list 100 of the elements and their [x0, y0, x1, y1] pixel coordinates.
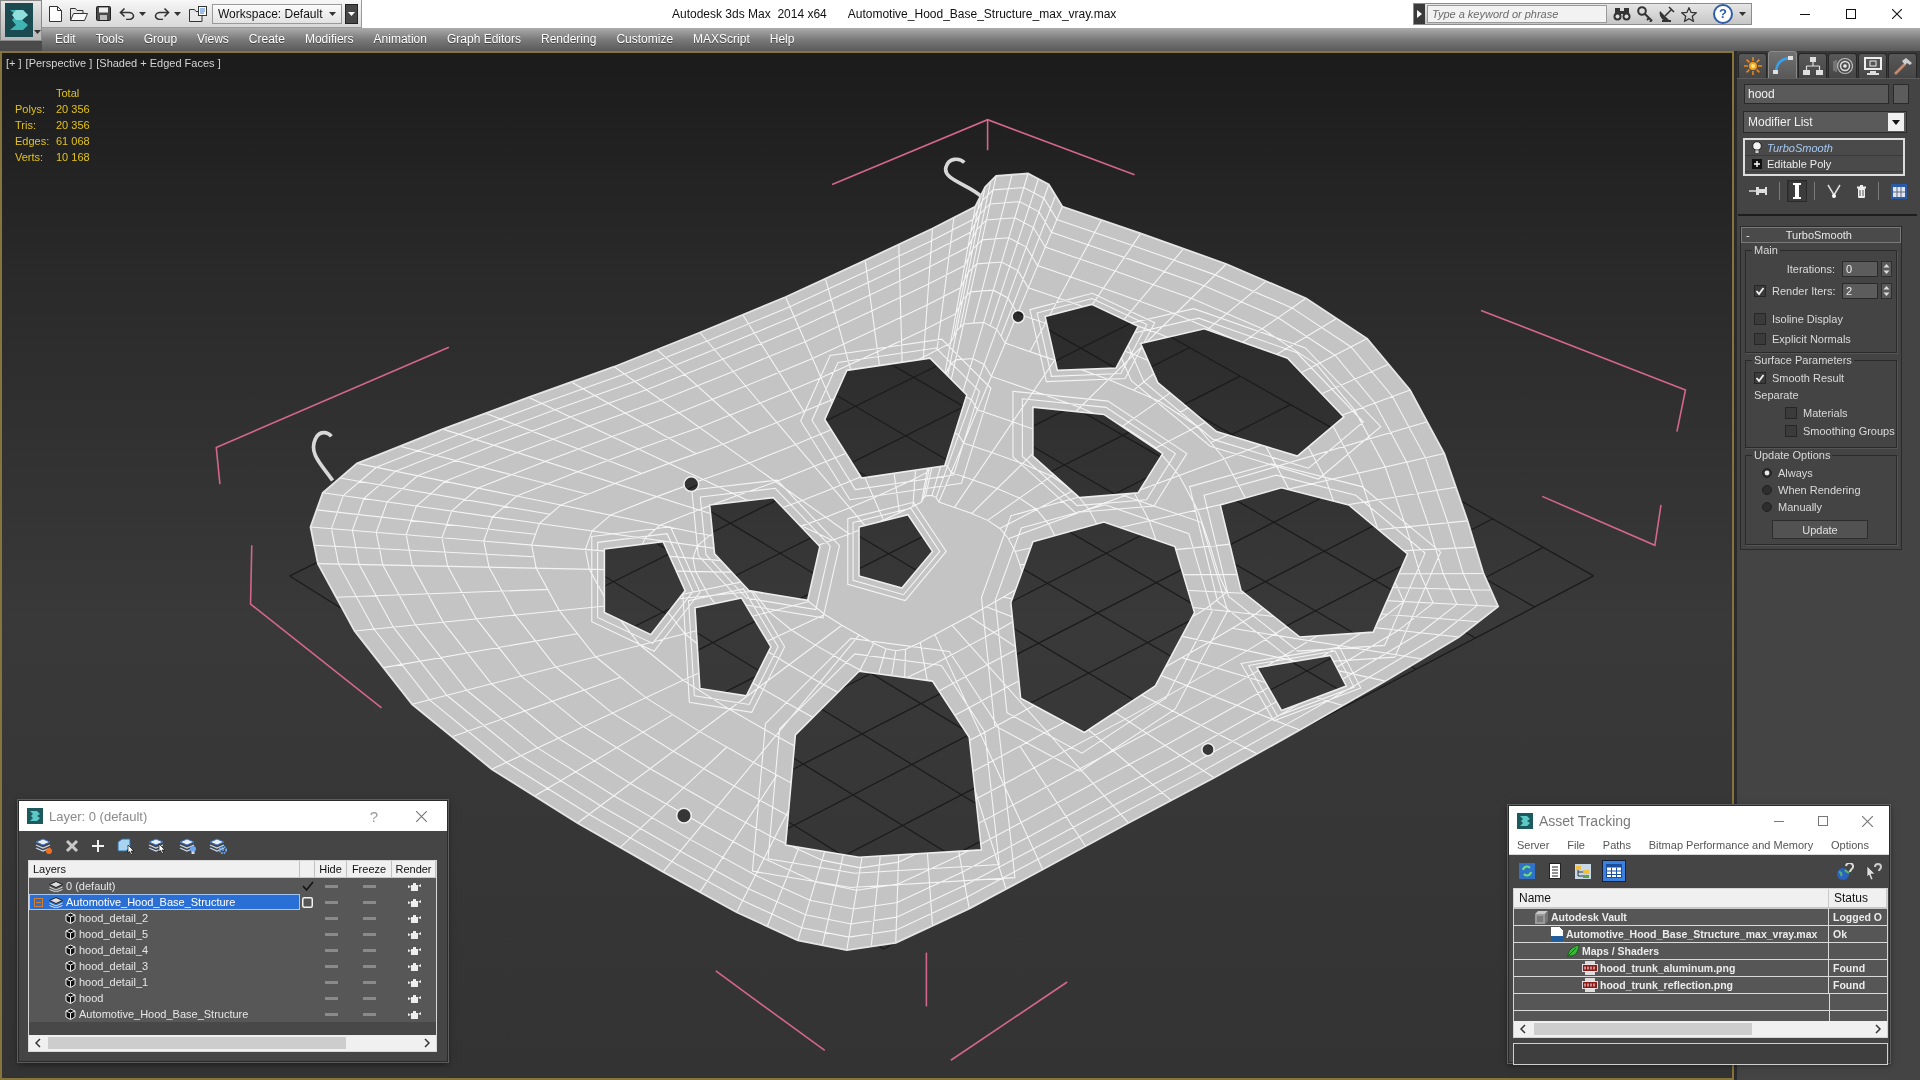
- teapot-icon[interactable]: [407, 929, 421, 939]
- help-button[interactable]: ?: [1713, 4, 1733, 24]
- horizontal-scrollbar[interactable]: [29, 1035, 436, 1051]
- modifier-stack-item[interactable]: TurboSmooth: [1745, 140, 1903, 156]
- viewport-menu-label[interactable]: [Shaded + Edged Faces ]: [96, 56, 221, 70]
- binoculars-icon[interactable]: [1613, 7, 1631, 21]
- redo-icon[interactable]: [154, 7, 170, 20]
- horizontal-scrollbar[interactable]: [1514, 1021, 1887, 1037]
- radio-button[interactable]: [1762, 468, 1772, 478]
- scrollbar-thumb[interactable]: [1534, 1023, 1752, 1035]
- menu-item[interactable]: File: [1567, 839, 1585, 851]
- menu-item[interactable]: Tools: [85, 28, 134, 51]
- teapot-icon[interactable]: [407, 897, 421, 907]
- layers-star-icon[interactable]: [35, 838, 52, 854]
- undo-icon[interactable]: [119, 7, 135, 20]
- checkbox-label[interactable]: Materials: [1803, 407, 1848, 419]
- rollout-header[interactable]: - TurboSmooth: [1741, 227, 1901, 243]
- menu-item[interactable]: Help: [759, 28, 805, 51]
- checkbox[interactable]: [1754, 313, 1766, 325]
- menu-item[interactable]: Create: [238, 28, 295, 51]
- column-header[interactable]: Status: [1829, 889, 1887, 907]
- check-icon[interactable]: [301, 881, 314, 891]
- caret-icon[interactable]: [1739, 12, 1746, 16]
- chevron-left-icon[interactable]: [1520, 1024, 1526, 1034]
- teapot-icon[interactable]: [407, 881, 421, 891]
- menu-item[interactable]: Group: [133, 28, 188, 51]
- layers-bulb-icon[interactable]: [179, 838, 196, 854]
- spinner-field[interactable]: 0: [1842, 261, 1878, 277]
- menu-item[interactable]: Options: [1831, 839, 1869, 851]
- teapot-icon[interactable]: [407, 1009, 421, 1019]
- teapot-icon[interactable]: [407, 945, 421, 955]
- workspace-dropdown[interactable]: Workspace: Default: [212, 3, 342, 24]
- command-panel-tab[interactable]: [1828, 53, 1857, 78]
- command-panel-tab[interactable]: [1798, 53, 1827, 78]
- cube-cursor-icon[interactable]: [117, 837, 135, 855]
- menu-item[interactable]: Views: [187, 28, 239, 51]
- viewport-menu-label[interactable]: [+ ]: [6, 56, 22, 70]
- view-mode-button[interactable]: [1546, 860, 1564, 882]
- teapot-icon[interactable]: [407, 977, 421, 987]
- chevron-left-icon[interactable]: [35, 1038, 41, 1048]
- layer-list-item[interactable]: Automotive_Hood_Base_Structure: [29, 894, 300, 910]
- layers-cursor-icon[interactable]: [148, 838, 166, 854]
- viewport-menu-label[interactable]: [Perspective ]: [25, 56, 93, 70]
- star-icon[interactable]: [1681, 6, 1697, 22]
- project-folder-icon[interactable]: [189, 5, 207, 22]
- checkbox-label[interactable]: Smooth Result: [1772, 372, 1845, 384]
- new-file-icon[interactable]: [49, 5, 62, 22]
- column-header[interactable]: Freeze: [347, 861, 392, 877]
- menu-item[interactable]: Paths: [1602, 839, 1631, 851]
- checkbox[interactable]: [1754, 285, 1766, 297]
- menu-item[interactable]: Modifiers: [294, 28, 364, 51]
- menu-item[interactable]: Customize: [606, 28, 684, 51]
- help-globe-icon[interactable]: [1836, 862, 1854, 880]
- checkbox[interactable]: [1785, 407, 1797, 419]
- radio-label[interactable]: Manually: [1778, 501, 1823, 513]
- key-icon[interactable]: [1637, 6, 1653, 22]
- stack-tool-button[interactable]: [1787, 180, 1807, 202]
- menu-item[interactable]: Animation: [363, 28, 437, 51]
- command-panel-tab[interactable]: [1858, 53, 1887, 78]
- modifier-list-dropdown[interactable]: Modifier List: [1743, 111, 1907, 133]
- search-field[interactable]: Type a keyword or phrase: [1427, 5, 1607, 23]
- checkbox-label[interactable]: Isoline Display: [1772, 313, 1843, 325]
- chevron-right-icon[interactable]: [424, 1038, 430, 1048]
- caret-icon[interactable]: [139, 11, 146, 16]
- update-button[interactable]: Update: [1772, 520, 1868, 539]
- satellite-dish-icon[interactable]: [1659, 6, 1675, 22]
- application-menu-button[interactable]: [0, 0, 42, 41]
- menu-item[interactable]: Server: [1517, 839, 1550, 851]
- path-field[interactable]: [1513, 1043, 1888, 1065]
- open-folder-icon[interactable]: [70, 6, 88, 21]
- layers-gear-icon[interactable]: [209, 838, 227, 854]
- toolbar-menu-button[interactable]: [345, 3, 358, 24]
- checkbox[interactable]: [1785, 425, 1797, 437]
- spinner-field[interactable]: 2: [1842, 283, 1878, 299]
- menu-item[interactable]: Edit: [45, 28, 86, 51]
- radio-label[interactable]: When Rendering: [1778, 484, 1861, 496]
- light-bulb-icon[interactable]: [1752, 141, 1762, 154]
- scrollbar-thumb[interactable]: [48, 1037, 346, 1049]
- spinner-arrows-icon[interactable]: [1881, 283, 1892, 299]
- save-icon[interactable]: [96, 6, 111, 21]
- plus-icon[interactable]: [92, 840, 104, 852]
- menu-item[interactable]: Rendering: [531, 28, 607, 51]
- column-header[interactable]: Layers: [29, 861, 300, 877]
- command-panel-tab[interactable]: [1738, 53, 1767, 78]
- search-expand-button[interactable]: [1414, 4, 1425, 24]
- teapot-icon[interactable]: [407, 993, 421, 1003]
- teapot-icon[interactable]: [407, 913, 421, 923]
- color-swatch-icon[interactable]: [1893, 84, 1909, 104]
- radio-label[interactable]: Always: [1778, 467, 1813, 479]
- checkbox[interactable]: [1754, 333, 1766, 345]
- checkbox-label[interactable]: Explicit Normals: [1772, 333, 1851, 345]
- modifier-stack-item[interactable]: Editable Poly: [1745, 156, 1903, 172]
- checkbox-label[interactable]: Render Iters:: [1772, 285, 1836, 297]
- column-header[interactable]: Name: [1514, 889, 1829, 907]
- view-mode-button[interactable]: [1602, 860, 1626, 882]
- caret-icon[interactable]: [174, 11, 181, 16]
- menu-item[interactable]: MAXScript: [683, 28, 760, 51]
- column-header[interactable]: Render: [392, 861, 436, 877]
- context-help-icon[interactable]: [1866, 862, 1882, 880]
- command-panel-tab[interactable]: [1888, 53, 1917, 78]
